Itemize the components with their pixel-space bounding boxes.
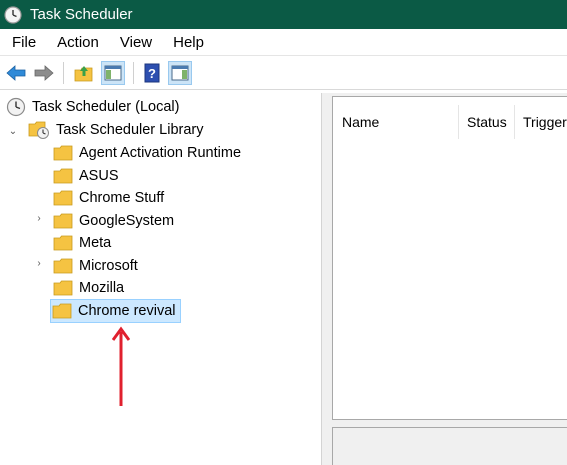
- chevron-down-icon[interactable]: ⌄: [8, 126, 18, 137]
- console-tree: Task Scheduler (Local) ⌄ Task Scheduler …: [0, 93, 322, 465]
- menu-view[interactable]: View: [108, 34, 161, 51]
- tree-folder-label: Agent Activation Runtime: [79, 145, 242, 161]
- chevron-right-icon[interactable]: ›: [34, 213, 44, 224]
- column-header-status[interactable]: Status: [467, 105, 507, 139]
- tree-folder-label: Meta: [79, 235, 112, 251]
- show-hide-console-tree-icon: [104, 65, 122, 81]
- task-list: Name Status Triggers: [332, 96, 567, 420]
- column-divider[interactable]: [458, 105, 459, 139]
- clock-icon: [4, 5, 22, 24]
- tree-folder[interactable]: Microsoft: [53, 255, 138, 277]
- folder-icon: [53, 235, 73, 251]
- tree-library[interactable]: Task Scheduler Library: [28, 119, 204, 141]
- show-hide-console-tree-button[interactable]: [101, 61, 125, 85]
- up-folder-icon: [74, 66, 93, 82]
- tree-folder[interactable]: Mozilla: [53, 277, 124, 299]
- folder-icon: [53, 145, 73, 161]
- tree-folder-selected[interactable]: Chrome revival: [50, 299, 181, 323]
- tree-folder[interactable]: Agent Activation Runtime: [53, 142, 241, 164]
- column-divider[interactable]: [514, 105, 515, 139]
- up-folder-button[interactable]: [72, 61, 96, 85]
- task-pane: Name Status Triggers: [329, 93, 567, 465]
- folder-icon: [53, 213, 73, 229]
- toolbar-separator: [63, 62, 64, 84]
- clock-icon: [6, 97, 26, 117]
- menu-bar: File Action View Help: [0, 29, 567, 56]
- red-up-arrow-icon: [112, 326, 130, 406]
- column-header-triggers[interactable]: Triggers: [523, 105, 567, 139]
- column-header-name[interactable]: Name: [342, 105, 379, 139]
- tree-folder[interactable]: Meta: [53, 232, 111, 254]
- chevron-right-icon[interactable]: ›: [34, 258, 44, 269]
- folder-clock-icon: [28, 121, 49, 139]
- svg-text:?: ?: [148, 66, 156, 81]
- tree-folder-label: Microsoft: [79, 258, 138, 274]
- folder-icon: [53, 168, 73, 184]
- tree-folder[interactable]: GoogleSystem: [53, 210, 174, 232]
- pane-splitter[interactable]: [322, 93, 329, 465]
- menu-help[interactable]: Help: [161, 34, 213, 51]
- window-title: Task Scheduler: [30, 6, 133, 23]
- tree-folder-label: Chrome Stuff: [79, 190, 165, 206]
- show-hide-action-pane-icon: [171, 65, 189, 81]
- task-details-pane: [332, 427, 567, 465]
- back-button[interactable]: [4, 61, 28, 85]
- forward-arrow-icon: [34, 65, 54, 81]
- tree-library-label: Task Scheduler Library: [56, 122, 204, 138]
- folder-icon: [52, 303, 72, 319]
- tree-folder-label: GoogleSystem: [79, 213, 175, 229]
- tree-folder[interactable]: ASUS: [53, 165, 119, 187]
- folder-icon: [53, 258, 73, 274]
- tree-folder-label: Mozilla: [79, 280, 125, 296]
- menu-file[interactable]: File: [0, 34, 45, 51]
- help-icon: ?: [144, 63, 160, 83]
- folder-icon: [53, 280, 73, 296]
- toolbar-separator: [133, 62, 134, 84]
- tree-folder-label: Chrome revival: [78, 303, 176, 319]
- help-button[interactable]: ?: [140, 61, 164, 85]
- show-hide-action-pane-button[interactable]: [168, 61, 192, 85]
- toolbar: ?: [0, 56, 567, 90]
- tree-folder[interactable]: Chrome Stuff: [53, 187, 164, 209]
- back-arrow-icon: [6, 65, 26, 81]
- title-bar: Task Scheduler: [0, 0, 567, 29]
- forward-button[interactable]: [32, 61, 56, 85]
- tree-root-label: Task Scheduler (Local): [32, 99, 180, 115]
- tree-folder-label: ASUS: [79, 168, 119, 184]
- menu-action[interactable]: Action: [45, 34, 108, 51]
- tree-root[interactable]: Task Scheduler (Local): [6, 96, 180, 118]
- folder-icon: [53, 190, 73, 206]
